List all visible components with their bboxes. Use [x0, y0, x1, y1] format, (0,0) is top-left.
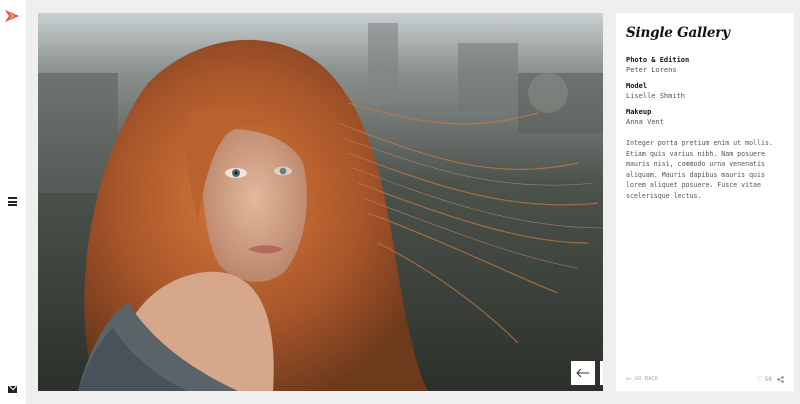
arrow-left-icon — [576, 368, 589, 378]
post-actions: ♡ 56 — [756, 375, 784, 384]
gallery-photo — [38, 13, 603, 391]
arrow-left-icon: ← — [626, 375, 632, 383]
envelope-icon[interactable] — [8, 386, 17, 393]
gallery-description: Integer porta pretium enim ut mollis. Et… — [626, 139, 773, 200]
arrow-logo-icon[interactable] — [5, 7, 19, 22]
credit-label-makeup: Makeup — [626, 108, 652, 116]
prev-photo-button[interactable] — [571, 361, 595, 385]
go-back-link[interactable]: ← go back — [626, 375, 658, 383]
credit-label-photo: Photo & Edition — [626, 56, 690, 64]
credit-label-model: Model — [626, 82, 648, 90]
heart-icon: ♡ — [756, 374, 763, 384]
credit-value-makeup: Anna Vent — [626, 118, 664, 126]
next-photo-button[interactable] — [600, 361, 603, 385]
gallery-info-panel: Single Gallery Photo & Edition Peter Lor… — [616, 13, 794, 391]
go-back-label: go back — [634, 376, 659, 382]
like-count: 56 — [764, 375, 772, 383]
sidebar — [0, 0, 26, 404]
page-title: Single Gallery — [626, 25, 730, 41]
like-button[interactable]: ♡ 56 — [756, 375, 772, 384]
credit-value-model: Liselle Shmith — [626, 92, 686, 100]
hamburger-menu-icon[interactable] — [8, 197, 17, 206]
share-icon[interactable] — [777, 375, 784, 383]
credit-value-photo: Peter Lorens — [626, 66, 677, 74]
info-footer: ← go back ♡ 56 — [626, 374, 784, 384]
